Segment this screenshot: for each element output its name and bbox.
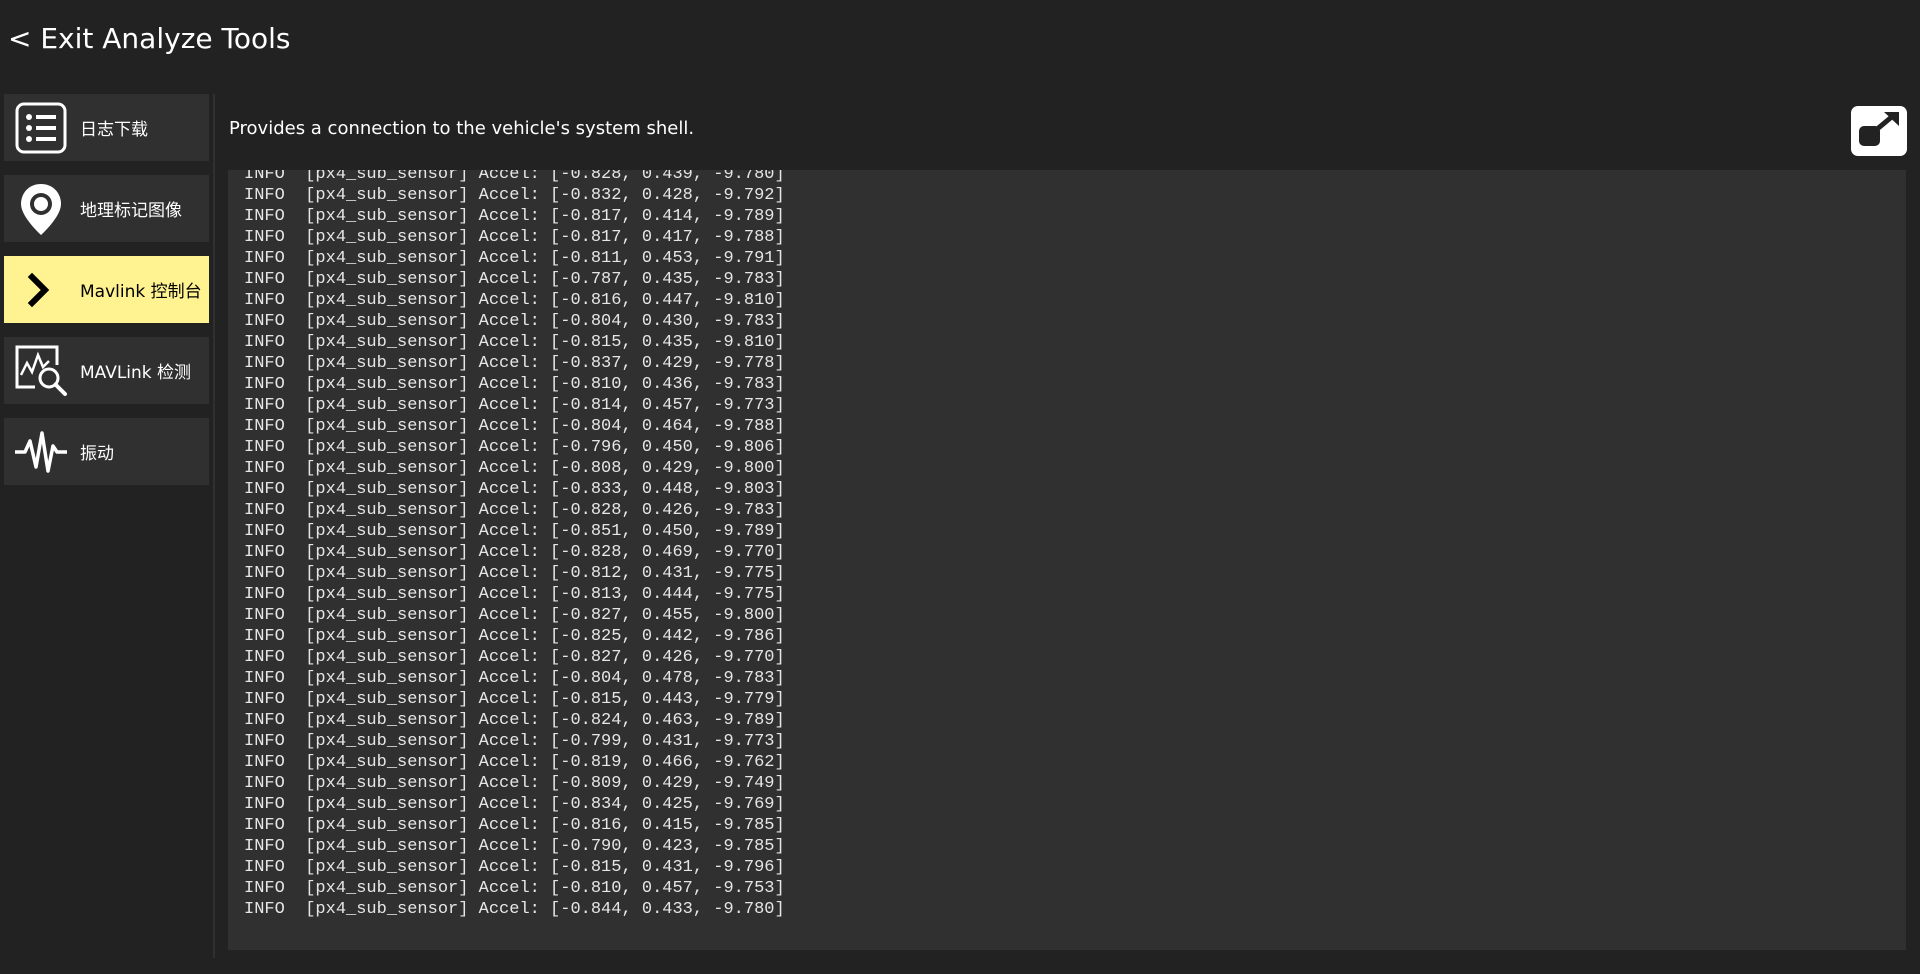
sidebar-item-log-download[interactable]: 日志下载: [4, 94, 209, 161]
console-line: INFO [px4_sub_sensor] Accel: [-0.833, 0.…: [244, 480, 785, 499]
console-line: INFO [px4_sub_sensor] Accel: [-0.832, 0.…: [244, 186, 785, 205]
console-line: INFO [px4_sub_sensor] Accel: [-0.825, 0.…: [244, 627, 785, 646]
console-line: INFO [px4_sub_sensor] Accel: [-0.787, 0.…: [244, 270, 785, 289]
exit-analyze-tools-button[interactable]: < Exit Analyze Tools: [8, 22, 291, 55]
console-line: INFO [px4_sub_sensor] Accel: [-0.819, 0.…: [244, 753, 785, 772]
console-line: INFO [px4_sub_sensor] Accel: [-0.827, 0.…: [244, 606, 785, 625]
popout-window-icon: [1856, 109, 1902, 153]
sidebar-item-geotag-images[interactable]: 地理标记图像: [4, 175, 209, 242]
console-line: INFO [px4_sub_sensor] Accel: [-0.804, 0.…: [244, 312, 785, 331]
console-line: INFO [px4_sub_sensor] Accel: [-0.812, 0.…: [244, 564, 785, 583]
sidebar-item-label: 振动: [80, 444, 114, 464]
console-line: INFO [px4_sub_sensor] Accel: [-0.817, 0.…: [244, 228, 785, 247]
chart-magnifier-icon: [12, 342, 70, 400]
console-line: INFO [px4_sub_sensor] Accel: [-0.828, 0.…: [244, 501, 785, 520]
console-line: INFO [px4_sub_sensor] Accel: [-0.816, 0.…: [244, 291, 785, 310]
analyze-tools-window: < Exit Analyze Tools 日志下载 地理标记图像 Mavlink…: [0, 0, 1920, 974]
sidebar-item-label: Mavlink 控制台: [80, 282, 202, 302]
console-line: INFO [px4_sub_sensor] Accel: [-0.796, 0.…: [244, 438, 785, 457]
console-line: INFO [px4_sub_sensor] Accel: [-0.809, 0.…: [244, 774, 785, 793]
console-line: INFO [px4_sub_sensor] Accel: [-0.817, 0.…: [244, 207, 785, 226]
console-line: INFO [px4_sub_sensor] Accel: [-0.816, 0.…: [244, 816, 785, 835]
console-line: INFO [px4_sub_sensor] Accel: [-0.813, 0.…: [244, 585, 785, 604]
console-line: INFO [px4_sub_sensor] Accel: [-0.790, 0.…: [244, 837, 785, 856]
list-icon: [12, 99, 70, 157]
console-line: INFO [px4_sub_sensor] Accel: [-0.828, 0.…: [244, 543, 785, 562]
sidebar-item-mavlink-console[interactable]: Mavlink 控制台: [4, 256, 209, 323]
console-line: INFO [px4_sub_sensor] Accel: [-0.808, 0.…: [244, 459, 785, 478]
console-line: INFO [px4_sub_sensor] Accel: [-0.844, 0.…: [244, 900, 785, 919]
console-line: INFO [px4_sub_sensor] Accel: [-0.828, 0.…: [244, 170, 785, 184]
sidebar: 日志下载 地理标记图像 Mavlink 控制台 MAVLink 检测 振动: [4, 94, 209, 499]
console-line: INFO [px4_sub_sensor] Accel: [-0.814, 0.…: [244, 396, 785, 415]
console-line: INFO [px4_sub_sensor] Accel: [-0.804, 0.…: [244, 669, 785, 688]
chevron-right-icon: [12, 261, 70, 319]
sidebar-divider: [213, 94, 215, 958]
sidebar-item-vibration[interactable]: 振动: [4, 418, 209, 485]
console-line: INFO [px4_sub_sensor] Accel: [-0.799, 0.…: [244, 732, 785, 751]
console-line: INFO [px4_sub_sensor] Accel: [-0.815, 0.…: [244, 858, 785, 877]
waveform-icon: [12, 423, 70, 481]
sidebar-item-mavlink-inspector[interactable]: MAVLink 检测: [4, 337, 209, 404]
console-line: INFO [px4_sub_sensor] Accel: [-0.815, 0.…: [244, 333, 785, 352]
console-line: INFO [px4_sub_sensor] Accel: [-0.837, 0.…: [244, 354, 785, 373]
console-line: INFO [px4_sub_sensor] Accel: [-0.815, 0.…: [244, 690, 785, 709]
sidebar-item-label: MAVLink 检测: [80, 363, 192, 383]
page-description: Provides a connection to the vehicle's s…: [229, 118, 695, 139]
sidebar-item-label: 日志下载: [80, 120, 148, 140]
console-line: INFO [px4_sub_sensor] Accel: [-0.810, 0.…: [244, 375, 785, 394]
console-line: INFO [px4_sub_sensor] Accel: [-0.851, 0.…: [244, 522, 785, 541]
console-line: INFO [px4_sub_sensor] Accel: [-0.811, 0.…: [244, 249, 785, 268]
console-line: INFO [px4_sub_sensor] Accel: [-0.824, 0.…: [244, 711, 785, 730]
console-lines: INFO [px4_sub_sensor] Accel: [-0.828, 0.…: [244, 170, 785, 920]
console-line: INFO [px4_sub_sensor] Accel: [-0.810, 0.…: [244, 879, 785, 898]
map-pin-icon: [12, 180, 70, 238]
mavlink-console-output[interactable]: INFO [px4_sub_sensor] Accel: [-0.828, 0.…: [228, 170, 1906, 950]
popout-window-button[interactable]: [1851, 106, 1907, 156]
sidebar-item-label: 地理标记图像: [80, 201, 182, 221]
console-line: INFO [px4_sub_sensor] Accel: [-0.834, 0.…: [244, 795, 785, 814]
console-line: INFO [px4_sub_sensor] Accel: [-0.827, 0.…: [244, 648, 785, 667]
console-line: INFO [px4_sub_sensor] Accel: [-0.804, 0.…: [244, 417, 785, 436]
